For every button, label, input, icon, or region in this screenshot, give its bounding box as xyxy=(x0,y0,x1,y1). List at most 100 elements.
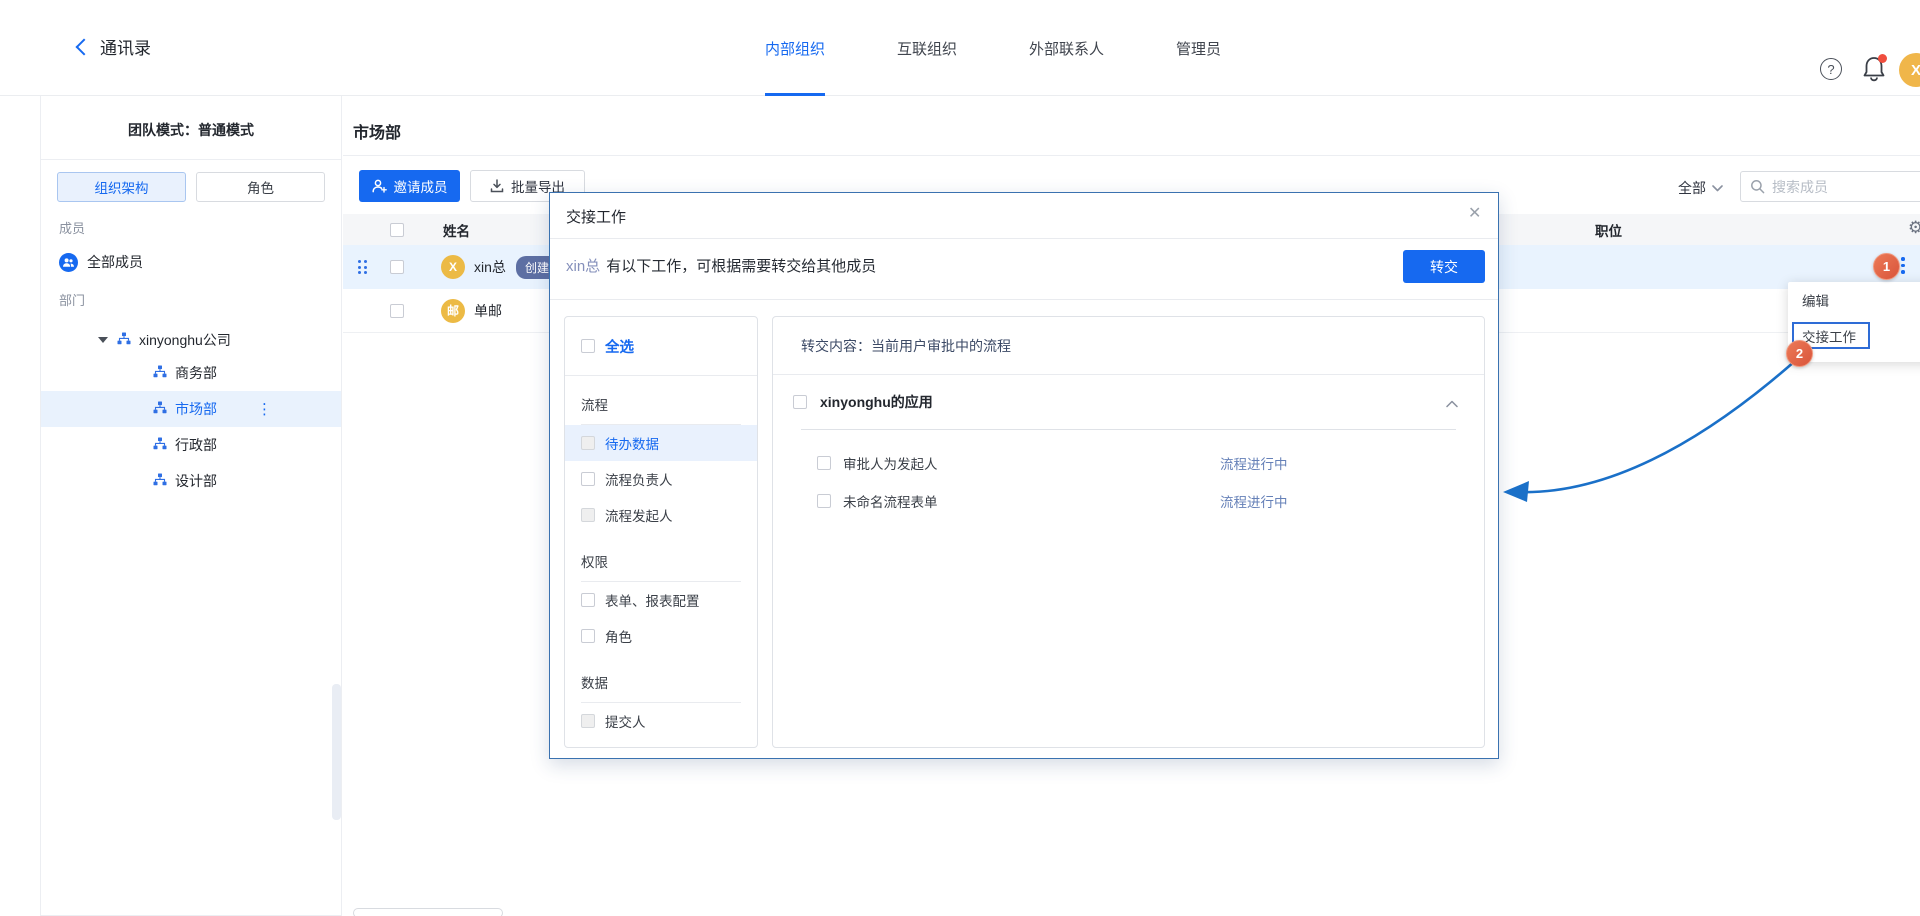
row-checkbox[interactable] xyxy=(390,260,404,274)
category-label: 待办数据 xyxy=(605,433,659,453)
page-title: 通讯录 xyxy=(100,34,151,59)
org-icon xyxy=(153,473,167,489)
category-checkbox[interactable] xyxy=(581,629,595,643)
handover-content-panel: 转交内容：当前用户审批中的流程 xinyonghu的应用 审批人为发起人 流程进… xyxy=(772,316,1485,748)
category-item-todo-data[interactable]: 待办数据 xyxy=(565,425,757,461)
dept-label: 商务部 xyxy=(175,363,217,383)
user-avatar[interactable]: X xyxy=(1899,53,1920,87)
search-icon xyxy=(1750,179,1765,194)
people-icon xyxy=(59,253,78,272)
process-checkbox[interactable] xyxy=(817,456,831,470)
tab-org-structure[interactable]: 组织架构 xyxy=(57,172,186,202)
app-group-checkbox[interactable] xyxy=(793,395,807,409)
tab-roles[interactable]: 角色 xyxy=(196,172,325,202)
tree-item-dept-market[interactable]: 市场部 ⋮ xyxy=(41,391,341,427)
divider xyxy=(343,155,1920,156)
close-icon[interactable]: ✕ xyxy=(1468,203,1481,223)
help-icon[interactable]: ? xyxy=(1820,58,1842,80)
modal-subtitle: xin总有以下工作，可根据需要转交给其他成员 xyxy=(566,255,876,276)
menu-item-label: 编辑 xyxy=(1802,290,1829,310)
tab-admins[interactable]: 管理员 xyxy=(1176,0,1221,96)
category-checkbox[interactable] xyxy=(581,472,595,486)
horizontal-scrollbar[interactable] xyxy=(353,908,503,916)
invite-member-button[interactable]: 邀请成员 xyxy=(359,170,460,202)
category-item-submitter[interactable]: 提交人 xyxy=(565,703,757,739)
company-label: xinyonghu公司 xyxy=(139,330,231,350)
tree-item-dept-design[interactable]: 设计部 xyxy=(41,463,341,499)
category-checkbox[interactable] xyxy=(581,436,595,450)
chevron-up-icon[interactable] xyxy=(1446,395,1458,413)
process-row[interactable]: 审批人为发起人 流程进行中 xyxy=(773,444,1484,482)
category-checkbox[interactable] xyxy=(581,508,595,522)
notification-dot xyxy=(1878,54,1887,63)
avatar: 邮 xyxy=(441,299,465,323)
column-header-name: 姓名 xyxy=(443,220,470,240)
app-group-title: xinyonghu的应用 xyxy=(820,392,933,412)
org-icon xyxy=(117,332,131,348)
sidebar-tabs: 组织架构 角色 xyxy=(57,172,325,202)
select-all-row[interactable]: 全选 xyxy=(565,317,757,376)
annotation-step-1: 1 xyxy=(1873,253,1900,280)
subject-name: xin总 xyxy=(566,258,600,275)
team-mode-title: 团队模式：普通模式 xyxy=(41,96,341,160)
process-label: 审批人为发起人 xyxy=(843,453,938,473)
group-label-data: 数据 xyxy=(581,672,741,692)
org-icon xyxy=(153,437,167,453)
top-nav-tabs: 内部组织 互联组织 外部联系人 管理员 xyxy=(765,0,1221,96)
process-row[interactable]: 未命名流程表单 流程进行中 xyxy=(773,482,1484,520)
chevron-down-icon xyxy=(1712,185,1723,192)
member-name: xin总 xyxy=(474,257,506,277)
category-item-role[interactable]: 角色 xyxy=(565,618,757,654)
search-input[interactable] xyxy=(1772,179,1902,195)
filter-dropdown[interactable]: 全部 xyxy=(1678,178,1723,198)
subtitle-text: 有以下工作，可根据需要转交给其他成员 xyxy=(606,258,876,275)
back-button[interactable]: 通讯录 xyxy=(78,34,151,59)
app-root: 通讯录 内部组织 互联组织 外部联系人 管理员 ? X 团队模式：普通模式 组织… xyxy=(0,0,1920,916)
tree-item-dept-business[interactable]: 商务部 xyxy=(41,355,341,391)
select-all-checkbox[interactable] xyxy=(581,339,595,353)
org-icon xyxy=(153,365,167,381)
chevron-left-icon xyxy=(76,39,93,56)
department-page-title: 市场部 xyxy=(353,119,401,143)
annotation-step-2: 2 xyxy=(1786,340,1813,367)
category-item-process-initiator[interactable]: 流程发起人 xyxy=(565,497,757,533)
tab-internal-org[interactable]: 内部组织 xyxy=(765,0,825,96)
process-label: 未命名流程表单 xyxy=(843,491,938,511)
category-checkbox[interactable] xyxy=(581,593,595,607)
group-label-process: 流程 xyxy=(581,394,741,414)
select-all-checkbox[interactable] xyxy=(390,223,404,237)
category-item-process-owner[interactable]: 流程负责人 xyxy=(565,461,757,497)
transfer-button[interactable]: 转交 xyxy=(1403,250,1485,283)
process-checkbox[interactable] xyxy=(817,494,831,508)
drag-handle-icon[interactable] xyxy=(358,260,367,274)
invite-member-label: 邀请成员 xyxy=(394,176,448,196)
menu-item-edit[interactable]: 编辑 xyxy=(1788,282,1920,318)
select-all-label: 全选 xyxy=(605,336,634,357)
members-section-label: 成员 xyxy=(59,218,341,237)
row-checkbox[interactable] xyxy=(390,304,404,318)
caret-down-icon[interactable] xyxy=(98,337,108,343)
tree-item-company[interactable]: xinyonghu公司 xyxy=(41,325,341,355)
sidebar-item-all-members[interactable]: 全部成员 xyxy=(59,250,341,274)
dept-more-icon[interactable]: ⋮ xyxy=(257,400,272,418)
avatar: X xyxy=(441,255,465,279)
org-icon xyxy=(153,401,167,417)
column-settings-gear-icon[interactable]: ⚙ xyxy=(1908,218,1920,238)
notification-bell-icon[interactable] xyxy=(1862,56,1886,82)
transfer-content-header: 转交内容：当前用户审批中的流程 xyxy=(773,317,1484,375)
handover-work-modal: 交接工作 ✕ xin总有以下工作，可根据需要转交给其他成员 转交 全选 流程 待… xyxy=(549,192,1499,759)
handover-categories-panel: 全选 流程 待办数据 流程负责人 流程发起人 权限 表单、报表配置 xyxy=(564,316,758,748)
sidebar: 团队模式：普通模式 组织架构 角色 成员 全部成员 部门 xinyonghu公司… xyxy=(40,96,342,916)
row-more-actions-icon[interactable] xyxy=(1901,257,1905,274)
category-checkbox[interactable] xyxy=(581,714,595,728)
app-group-row[interactable]: xinyonghu的应用 xyxy=(773,375,1484,429)
tree-item-dept-admin[interactable]: 行政部 xyxy=(41,427,341,463)
top-header: 通讯录 内部组织 互联组织 外部联系人 管理员 ? X xyxy=(0,0,1920,96)
process-list: 审批人为发起人 流程进行中 未命名流程表单 流程进行中 xyxy=(773,430,1484,520)
category-item-form-report-config[interactable]: 表单、报表配置 xyxy=(565,582,757,618)
tab-connected-org[interactable]: 互联组织 xyxy=(897,0,957,96)
dept-label: 设计部 xyxy=(175,471,217,491)
group-label-permission: 权限 xyxy=(581,551,741,571)
sidebar-scrollbar[interactable] xyxy=(332,684,341,820)
tab-external-contacts[interactable]: 外部联系人 xyxy=(1029,0,1104,96)
